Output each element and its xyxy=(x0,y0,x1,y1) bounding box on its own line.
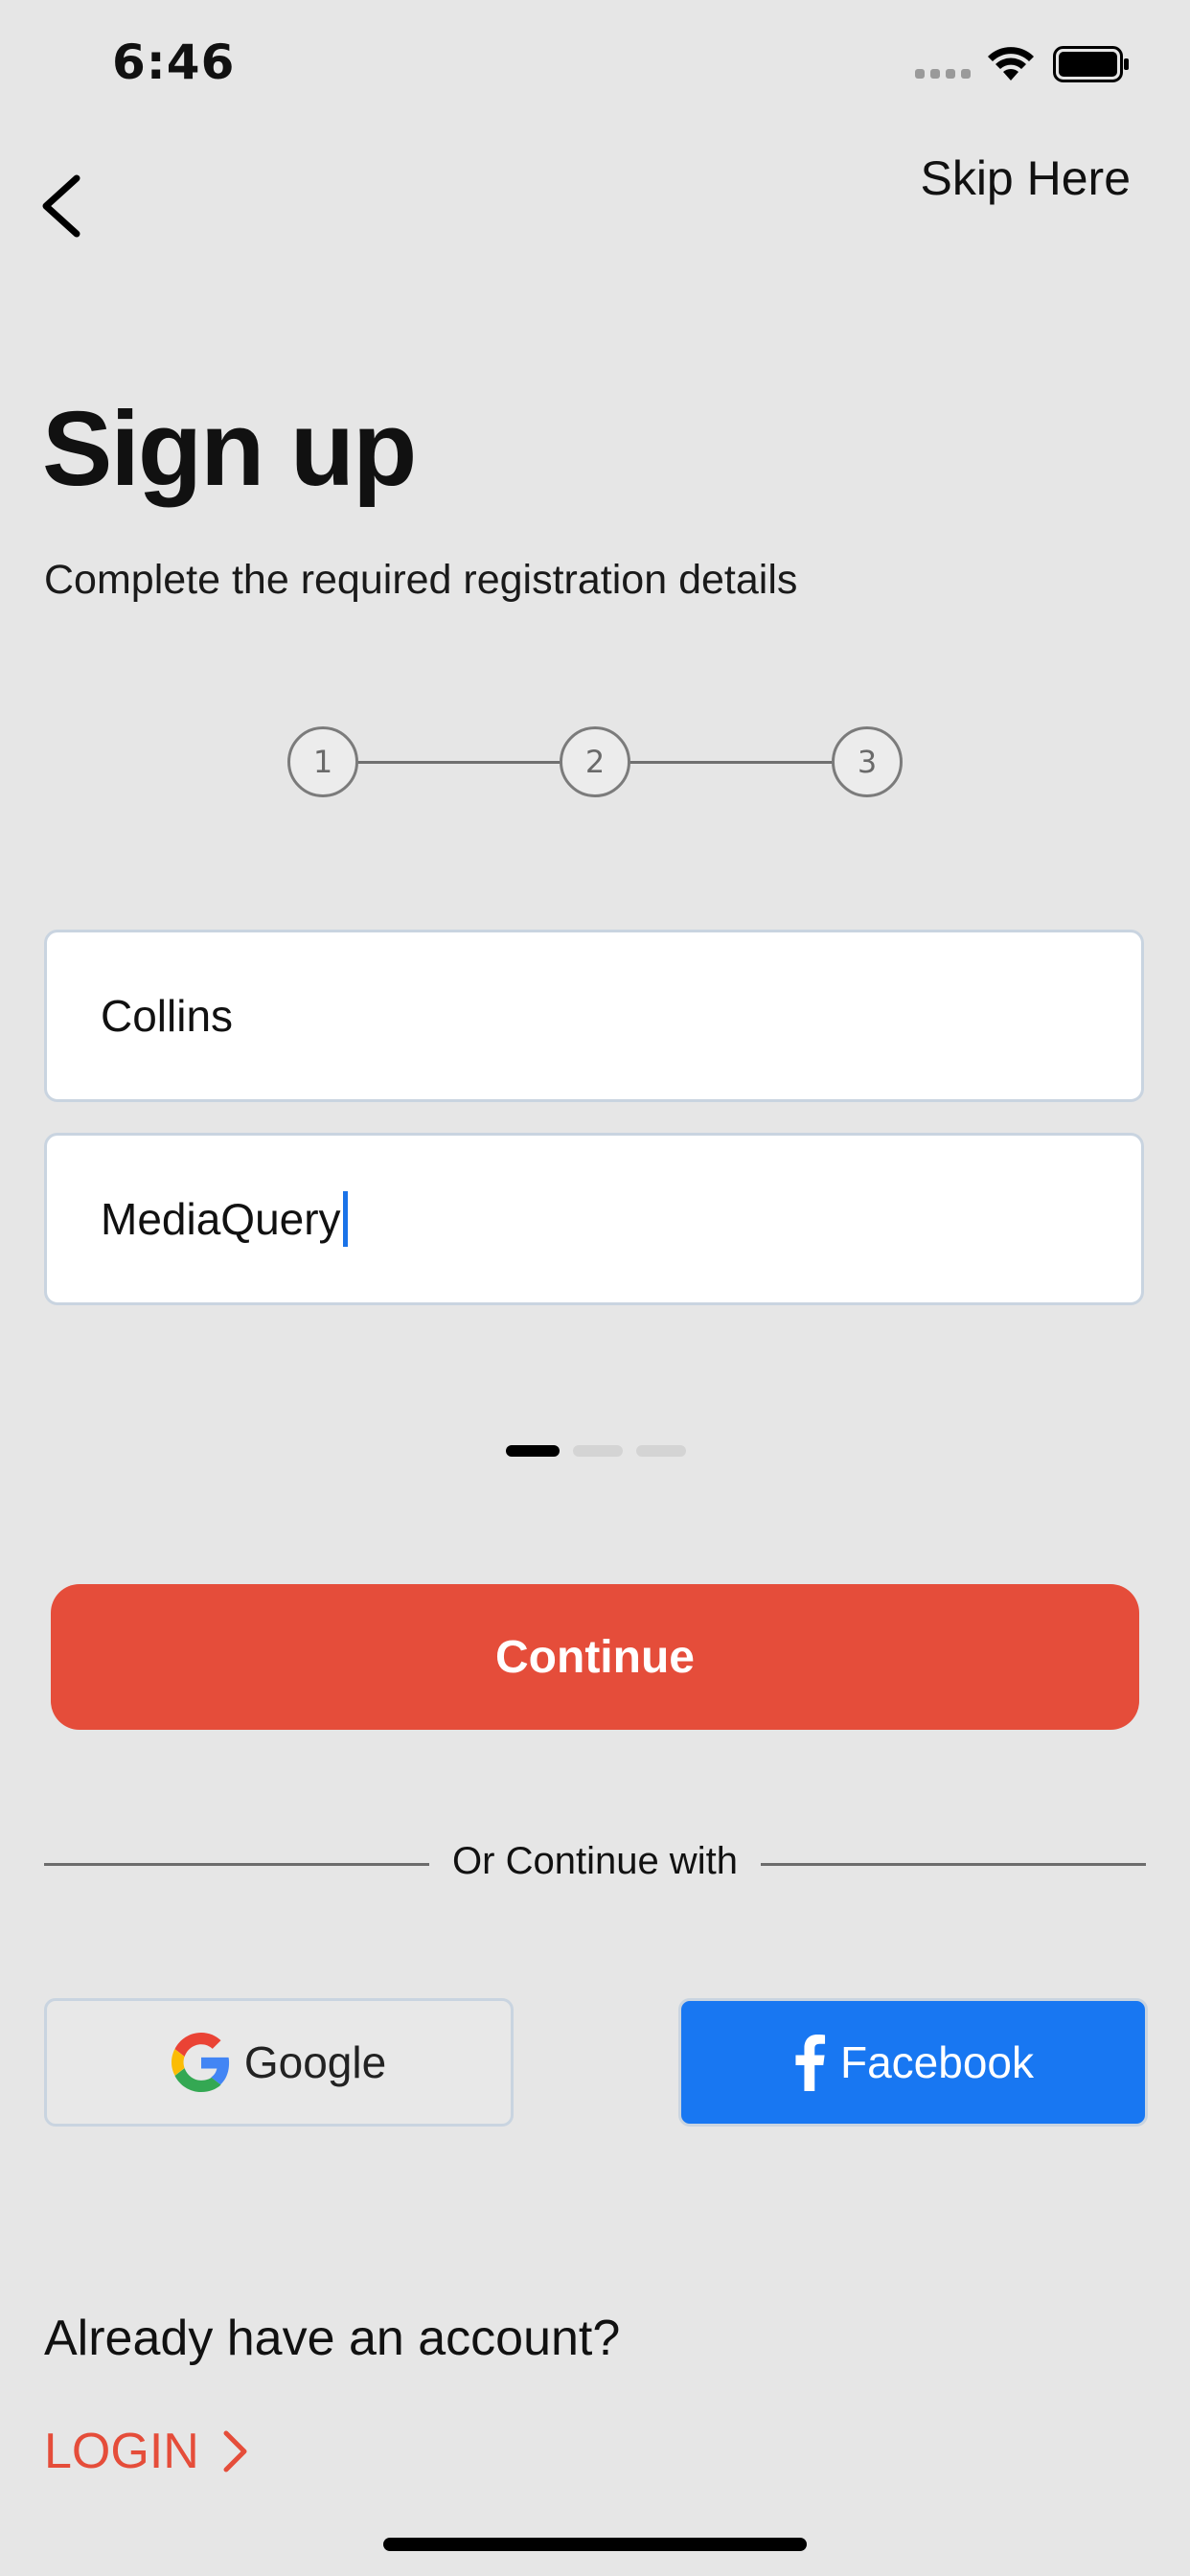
login-link[interactable]: LOGIN xyxy=(44,2423,249,2480)
divider-line xyxy=(44,1863,429,1866)
divider-label: Or Continue with xyxy=(452,1840,738,1882)
step-connector xyxy=(356,761,561,764)
step-indicator: 1 2 3 xyxy=(287,726,903,797)
home-indicator[interactable] xyxy=(383,2538,807,2551)
step-3: 3 xyxy=(832,726,903,797)
page-dot xyxy=(573,1445,623,1457)
google-icon xyxy=(171,2033,229,2092)
facebook-icon xyxy=(795,2035,826,2091)
text-caret xyxy=(342,1191,348,1247)
battery-icon xyxy=(1053,46,1129,82)
first-name-field[interactable]: Collins xyxy=(44,930,1144,1102)
page-indicator xyxy=(506,1445,686,1457)
chevron-right-icon xyxy=(223,2430,247,2472)
status-time: 6:46 xyxy=(112,34,236,90)
first-name-value: Collins xyxy=(101,991,234,1041)
login-label: LOGIN xyxy=(44,2424,199,2479)
chevron-left-icon xyxy=(42,174,80,238)
last-name-value: MediaQuery xyxy=(101,1194,341,1244)
step-connector xyxy=(629,761,834,764)
divider-line xyxy=(761,1863,1146,1866)
step-2: 2 xyxy=(560,726,630,797)
wifi-icon xyxy=(988,47,1034,80)
page-dot xyxy=(636,1445,686,1457)
page-dot-active xyxy=(506,1445,560,1457)
google-button[interactable]: Google xyxy=(44,1998,514,2127)
facebook-label: Facebook xyxy=(839,2037,1034,2087)
account-prompt: Already have an account? xyxy=(44,2311,621,2366)
last-name-field[interactable]: MediaQuery xyxy=(44,1133,1144,1305)
step-1: 1 xyxy=(287,726,358,797)
continue-button[interactable]: Continue xyxy=(51,1584,1139,1730)
skip-link[interactable]: Skip Here xyxy=(920,150,1131,206)
page-title: Sign up xyxy=(42,390,417,508)
google-label: Google xyxy=(243,2037,387,2087)
page-subtitle: Complete the required registration detai… xyxy=(44,557,798,603)
facebook-button[interactable]: Facebook xyxy=(678,1998,1148,2127)
signal-icon xyxy=(915,69,971,79)
back-button[interactable] xyxy=(38,172,86,240)
